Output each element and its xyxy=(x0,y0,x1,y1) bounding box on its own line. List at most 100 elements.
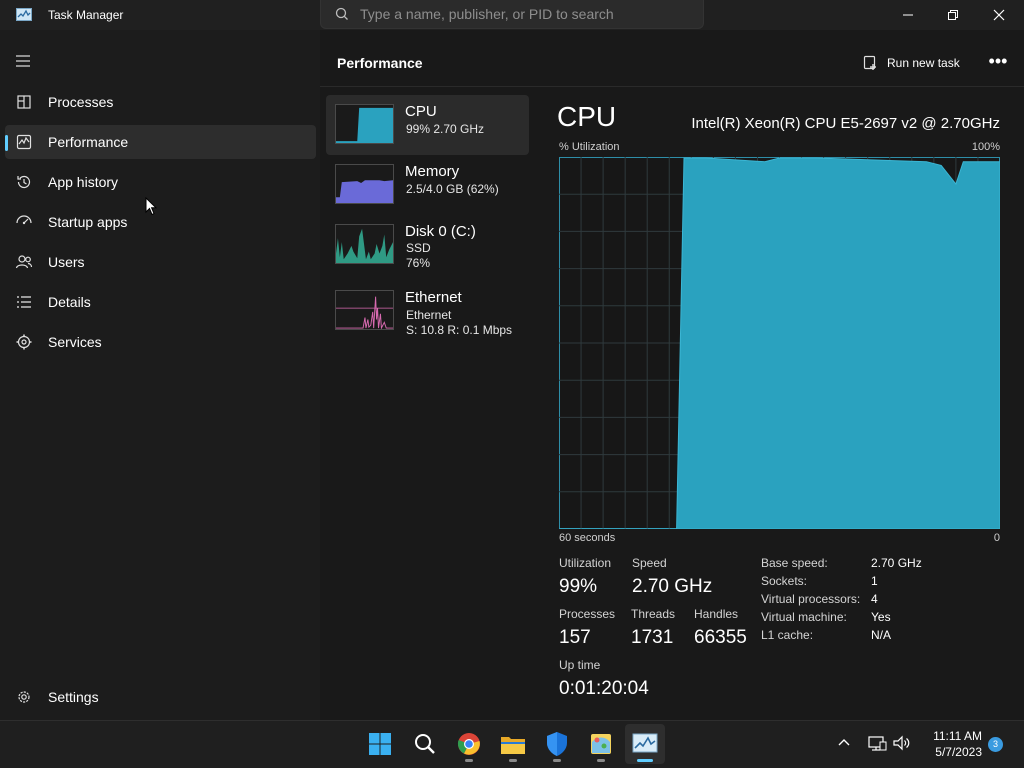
resource-item-cpu[interactable]: CPU 99% 2.70 GHz xyxy=(326,95,529,155)
performance-icon xyxy=(16,134,32,150)
nav-item-details[interactable]: Details xyxy=(5,285,316,319)
start-button[interactable] xyxy=(360,724,400,764)
task-manager-taskbar-button[interactable] xyxy=(625,724,665,764)
task-manager-icon xyxy=(16,8,32,21)
clock-date[interactable]: 5/7/2023 xyxy=(920,745,982,759)
graph-max-label: 100% xyxy=(971,141,1000,153)
nav-item-processes[interactable]: Processes xyxy=(5,85,316,119)
chrome-icon xyxy=(457,733,480,755)
settings-gear-icon xyxy=(18,691,30,703)
details-icon xyxy=(17,296,31,308)
resource-name: CPU xyxy=(405,103,437,120)
nav-item-performance[interactable]: Performance xyxy=(5,125,316,159)
nav-label-app-history: App history xyxy=(48,174,119,190)
file-explorer-icon xyxy=(501,737,525,754)
chrome-taskbar-button[interactable] xyxy=(449,724,489,764)
graph-time-label: 60 seconds xyxy=(559,532,616,544)
resource-name: Disk 0 (C:) xyxy=(405,223,476,240)
resource-item-ethernet[interactable]: Ethernet Ethernet S: 10.8 R: 0.1 Mbps xyxy=(326,281,529,341)
close-button[interactable] xyxy=(976,0,1022,30)
active-indicator xyxy=(5,135,8,151)
nav-item-app-history[interactable]: App history xyxy=(5,165,316,199)
network-status-button[interactable] xyxy=(867,734,889,754)
clock-time[interactable]: 11:11 AM xyxy=(920,729,982,743)
volume-button[interactable] xyxy=(892,734,914,754)
ethernet-thumbnail xyxy=(335,290,394,330)
uptime-label: Up time xyxy=(559,658,601,672)
cpu-thumbnail xyxy=(335,104,394,144)
resource-detail: 99% 2.70 GHz xyxy=(406,122,485,136)
running-indicator xyxy=(465,759,473,762)
threads-value: 1731 xyxy=(631,627,674,648)
show-hidden-icons-button[interactable] xyxy=(836,734,856,754)
graph-min-label: 0 xyxy=(993,532,1000,544)
close-icon xyxy=(993,9,1005,21)
speed-value: 2.70 GHz xyxy=(632,576,713,597)
nav-item-startup-apps[interactable]: Startup apps xyxy=(5,205,316,239)
memory-thumbnail xyxy=(335,164,394,204)
hamburger-icon xyxy=(16,55,30,67)
cpu-utilization-graph xyxy=(559,157,1000,529)
taskbar-search-button[interactable] xyxy=(405,724,445,764)
uptime-value: 0:01:20:04 xyxy=(559,678,649,699)
nav-label-performance: Performance xyxy=(48,134,129,150)
cpu-model: Intel(R) Xeon(R) CPU E5-2697 v2 @ 2.70GH… xyxy=(691,115,1000,132)
resource-detail: SSD xyxy=(406,241,431,255)
processes-icon xyxy=(17,95,31,109)
minimize-button[interactable] xyxy=(885,0,931,30)
nav-item-users[interactable]: Users xyxy=(5,245,316,279)
notification-badge[interactable]: 3 xyxy=(988,737,1003,752)
spec-label-virtual-machine: Virtual machine: xyxy=(761,610,847,624)
paint-taskbar-button[interactable] xyxy=(581,724,621,764)
task-manager-icon xyxy=(632,733,658,753)
spec-label-base-speed: Base speed: xyxy=(761,556,828,570)
spec-value-sockets: 1 xyxy=(871,574,878,588)
resource-detail: 2.5/4.0 GB (62%) xyxy=(406,182,499,196)
startup-icon xyxy=(16,215,32,225)
speed-label: Speed xyxy=(632,556,667,570)
search-input[interactable] xyxy=(360,3,690,25)
file-explorer-taskbar-button[interactable] xyxy=(493,724,533,764)
nav-label-startup-apps: Startup apps xyxy=(48,214,128,230)
defender-taskbar-button[interactable] xyxy=(537,724,577,764)
resource-detail: S: 10.8 R: 0.1 Mbps xyxy=(406,323,513,337)
resource-item-memory[interactable]: Memory 2.5/4.0 GB (62%) xyxy=(326,155,529,215)
spec-value-virtual-machine: Yes xyxy=(871,610,891,624)
graph-y-label: % Utilization xyxy=(559,141,620,153)
resource-name: Memory xyxy=(405,163,460,180)
mouse-cursor-icon xyxy=(145,197,157,216)
restore-button[interactable] xyxy=(930,0,976,30)
network-icon xyxy=(868,736,887,751)
resource-item-disk[interactable]: Disk 0 (C:) SSD 76% xyxy=(326,215,529,275)
nav-label-users: Users xyxy=(48,254,85,270)
resource-detail: Ethernet xyxy=(406,308,452,322)
spec-value-base-speed: 2.70 GHz xyxy=(871,556,922,570)
spec-value-virtual-processors: 4 xyxy=(871,592,878,606)
utilization-value: 99% xyxy=(559,576,598,597)
chevron-up-icon xyxy=(838,739,850,746)
threads-label: Threads xyxy=(631,607,676,621)
search-icon xyxy=(415,734,435,754)
run-task-icon xyxy=(863,55,876,70)
spec-label-sockets: Sockets: xyxy=(761,574,808,588)
history-icon xyxy=(17,175,31,189)
users-icon xyxy=(15,255,33,269)
spec-label-l1-cache: L1 cache: xyxy=(761,628,814,642)
spec-value-l1-cache: N/A xyxy=(871,628,892,642)
nav-label-settings: Settings xyxy=(48,689,99,705)
search-icon xyxy=(335,7,348,20)
hamburger-menu-button[interactable] xyxy=(14,53,36,71)
nav-item-settings[interactable]: Settings xyxy=(5,680,316,714)
windows-start-icon xyxy=(369,733,391,755)
paint-icon xyxy=(591,734,611,754)
nav-label-processes: Processes xyxy=(48,94,114,110)
resource-name: Ethernet xyxy=(405,289,462,306)
detail-title: CPU xyxy=(557,101,617,132)
running-indicator xyxy=(553,759,561,762)
handles-value: 66355 xyxy=(694,627,747,648)
services-icon xyxy=(16,334,32,350)
processes-label: Processes xyxy=(559,607,616,621)
nav-item-services[interactable]: Services xyxy=(5,325,316,359)
more-options-button[interactable]: ••• xyxy=(984,48,1012,78)
header-divider xyxy=(320,86,1024,87)
